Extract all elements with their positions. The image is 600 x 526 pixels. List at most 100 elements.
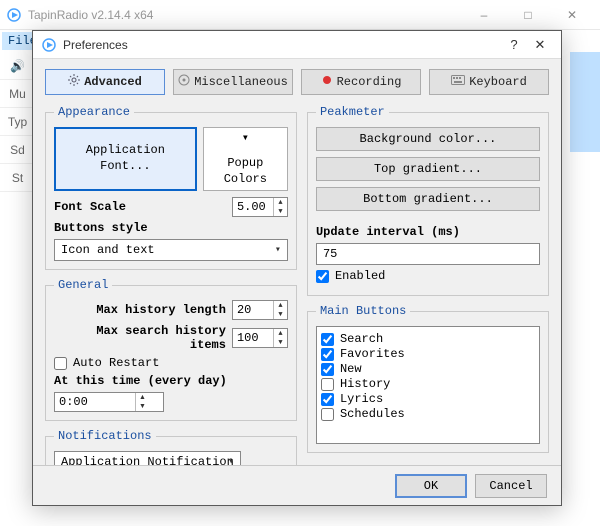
- dialog-title: Preferences: [63, 38, 501, 52]
- gear-icon: [68, 74, 80, 90]
- max-search-input[interactable]: [233, 331, 273, 345]
- sidebar-item[interactable]: Sd: [0, 136, 35, 164]
- auto-restart-label: Auto Restart: [73, 356, 159, 370]
- chevron-down-icon: ▾: [228, 456, 234, 465]
- main-buttons-checkbox[interactable]: [321, 333, 334, 346]
- max-history-input[interactable]: [233, 303, 273, 317]
- sidebar-item[interactable]: Mu: [0, 80, 35, 108]
- main-buttons-group: Main Buttons SearchFavoritesNewHistoryLy…: [307, 304, 549, 453]
- main-buttons-item[interactable]: Lyrics: [321, 392, 535, 406]
- help-button[interactable]: ?: [501, 37, 527, 52]
- spinner-up-icon[interactable]: ▲: [136, 393, 149, 402]
- spinner-up-icon[interactable]: ▲: [274, 198, 287, 207]
- minimize-button[interactable]: ‒: [462, 1, 506, 29]
- tab-label: Keyboard: [469, 75, 527, 89]
- spinner-down-icon[interactable]: ▼: [274, 310, 287, 319]
- dialog-body: Advanced Miscellaneous Recording Keyboar…: [33, 59, 561, 465]
- dialog-footer: OK Cancel: [33, 465, 561, 505]
- enabled-checkbox[interactable]: [316, 270, 329, 283]
- tab-miscellaneous[interactable]: Miscellaneous: [173, 69, 293, 95]
- background-color-button[interactable]: Background color...: [316, 127, 540, 151]
- notifications-group: Notifications Application Notification ▾: [45, 429, 297, 465]
- spinner-up-icon[interactable]: ▲: [274, 301, 287, 310]
- app-icon: [6, 7, 22, 23]
- main-buttons-checkbox[interactable]: [321, 378, 334, 391]
- main-window: TapinRadio v2.14.4 x64 ‒ □ ✕ File Settin…: [0, 0, 600, 526]
- popup-colors-button[interactable]: ▾ Popup Colors: [203, 127, 288, 191]
- font-scale-input[interactable]: [233, 200, 273, 214]
- max-search-spinner[interactable]: ▲▼: [232, 328, 288, 348]
- right-panel: [570, 52, 600, 152]
- application-font-button[interactable]: Application Font...: [54, 127, 197, 191]
- app-icon: [41, 37, 57, 53]
- tabs: Advanced Miscellaneous Recording Keyboar…: [45, 69, 549, 95]
- appearance-group: Appearance Application Font... ▾ Popup C…: [45, 105, 297, 270]
- chevron-down-icon: ▾: [242, 131, 249, 147]
- sidebar-item[interactable]: Typ: [0, 108, 35, 136]
- max-search-label: Max search history items: [54, 324, 226, 352]
- main-buttons-item-label: New: [340, 362, 362, 376]
- select-value: Application Notification: [61, 455, 234, 465]
- chevron-down-icon: ▾: [275, 244, 281, 256]
- ok-button[interactable]: OK: [395, 474, 467, 498]
- update-interval-input[interactable]: [316, 243, 540, 265]
- group-legend: Main Buttons: [316, 304, 410, 318]
- misc-icon: [178, 74, 190, 90]
- select-value: Icon and text: [61, 243, 155, 257]
- main-title: TapinRadio v2.14.4 x64: [28, 8, 462, 22]
- time-input[interactable]: [55, 395, 135, 409]
- main-buttons-checkbox[interactable]: [321, 348, 334, 361]
- buttons-style-label: Buttons style: [54, 221, 288, 235]
- main-buttons-item[interactable]: Favorites: [321, 347, 535, 361]
- main-buttons-item[interactable]: History: [321, 377, 535, 391]
- main-buttons-listbox[interactable]: SearchFavoritesNewHistoryLyricsSchedules: [316, 326, 540, 444]
- main-buttons-item[interactable]: Search: [321, 332, 535, 346]
- main-buttons-item-label: History: [340, 377, 390, 391]
- group-legend: Appearance: [54, 105, 134, 119]
- spinner-down-icon[interactable]: ▼: [274, 338, 287, 347]
- sidebar-item[interactable]: St: [0, 164, 35, 192]
- group-legend: Peakmeter: [316, 105, 389, 119]
- cancel-button[interactable]: Cancel: [475, 474, 547, 498]
- font-scale-label: Font Scale: [54, 200, 226, 214]
- keyboard-icon: [451, 75, 465, 89]
- main-buttons-item-label: Schedules: [340, 407, 405, 421]
- peakmeter-group: Peakmeter Background color... Top gradie…: [307, 105, 549, 296]
- main-sidebar: 🔊 Mu Typ Sd St: [0, 52, 36, 504]
- tab-label: Miscellaneous: [194, 75, 288, 89]
- bottom-gradient-button[interactable]: Bottom gradient...: [316, 187, 540, 211]
- update-interval-label: Update interval (ms): [316, 225, 540, 239]
- sidebar-item[interactable]: 🔊: [0, 52, 35, 80]
- main-buttons-item-label: Search: [340, 332, 383, 346]
- time-spinner[interactable]: ▲▼: [54, 392, 164, 412]
- notification-type-select[interactable]: Application Notification ▾: [54, 451, 241, 465]
- auto-restart-checkbox[interactable]: [54, 357, 67, 370]
- main-buttons-item-label: Lyrics: [340, 392, 383, 406]
- tab-keyboard[interactable]: Keyboard: [429, 69, 549, 95]
- main-buttons-item[interactable]: Schedules: [321, 407, 535, 421]
- max-history-spinner[interactable]: ▲▼: [232, 300, 288, 320]
- close-button[interactable]: ✕: [550, 1, 594, 29]
- record-icon: [321, 74, 333, 90]
- spinner-down-icon[interactable]: ▼: [274, 207, 287, 216]
- top-gradient-button[interactable]: Top gradient...: [316, 157, 540, 181]
- main-buttons-item[interactable]: New: [321, 362, 535, 376]
- tab-recording[interactable]: Recording: [301, 69, 421, 95]
- button-label: Popup Colors: [204, 156, 287, 187]
- time-label: At this time (every day): [54, 374, 288, 388]
- main-titlebar: TapinRadio v2.14.4 x64 ‒ □ ✕: [0, 0, 600, 30]
- close-button[interactable]: ✕: [527, 37, 553, 53]
- main-buttons-checkbox[interactable]: [321, 363, 334, 376]
- group-legend: General: [54, 278, 112, 292]
- tab-advanced[interactable]: Advanced: [45, 69, 165, 95]
- font-scale-spinner[interactable]: ▲▼: [232, 197, 288, 217]
- spinner-down-icon[interactable]: ▼: [136, 402, 149, 411]
- main-buttons-item-label: Favorites: [340, 347, 405, 361]
- tab-label: Recording: [337, 75, 402, 89]
- maximize-button[interactable]: □: [506, 1, 550, 29]
- main-buttons-checkbox[interactable]: [321, 393, 334, 406]
- main-buttons-checkbox[interactable]: [321, 408, 334, 421]
- tab-label: Advanced: [84, 75, 142, 89]
- buttons-style-select[interactable]: Icon and text ▾: [54, 239, 288, 261]
- spinner-up-icon[interactable]: ▲: [274, 329, 287, 338]
